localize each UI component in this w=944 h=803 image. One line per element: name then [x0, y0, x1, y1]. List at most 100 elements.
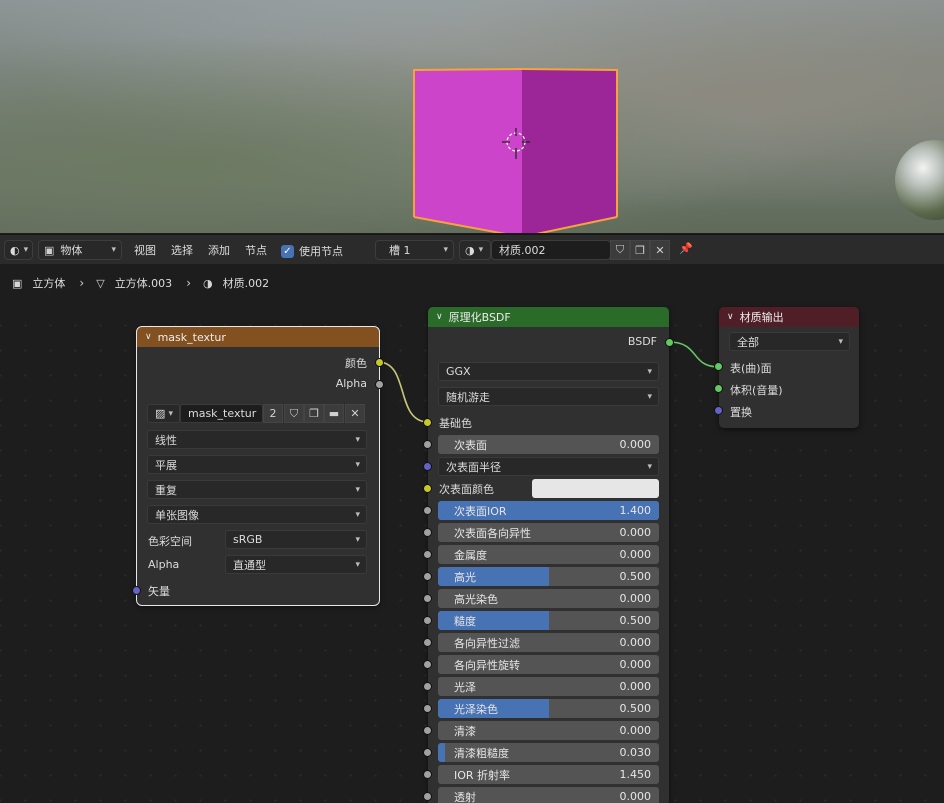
output-alpha-socket[interactable]	[375, 380, 384, 389]
input-displacement-socket[interactable]	[714, 406, 723, 415]
output-color-socket[interactable]	[375, 358, 384, 367]
use-nodes-label: 使用节点	[299, 245, 343, 258]
unlink-close-icon[interactable]: ✕	[650, 240, 670, 260]
subsurface-color-swatch[interactable]	[532, 479, 659, 498]
input-param-socket[interactable]	[423, 572, 432, 581]
input-param-socket[interactable]	[423, 770, 432, 779]
open-folder-icon[interactable]: ▬	[324, 404, 344, 423]
colorspace-select[interactable]: sRGB ▾	[225, 530, 367, 549]
pin-icon[interactable]: 📌	[679, 242, 693, 255]
subsurface-radius-label: 次表面半径	[446, 460, 501, 474]
param-slider-field[interactable]: 高光 0.500	[438, 567, 659, 586]
fake-user-shield-icon[interactable]: ⛉	[610, 240, 630, 260]
input-param-socket[interactable]	[423, 616, 432, 625]
menu-node[interactable]: 节点	[245, 242, 267, 258]
output-bsdf-socket[interactable]	[665, 338, 674, 347]
param-slider-field[interactable]: 各向异性旋转 0.000	[438, 655, 659, 674]
input-param-socket[interactable]	[423, 660, 432, 669]
browse-material-button[interactable]: ◑ ▾	[459, 240, 491, 260]
param-slider-field[interactable]: 清漆 0.000	[438, 721, 659, 740]
subsurface-radius-select[interactable]: 次表面半径 ▾	[438, 457, 659, 476]
output-target-select[interactable]: 全部 ▾	[729, 332, 850, 351]
input-param-socket[interactable]	[423, 528, 432, 537]
image-browse-button[interactable]: ▨ ▾	[147, 404, 180, 423]
param-value: 0.500	[619, 570, 652, 583]
menu-view[interactable]: 视图	[134, 242, 156, 258]
input-param-socket[interactable]	[423, 638, 432, 647]
param-label: 光泽染色	[454, 702, 498, 716]
collapse-chevron-icon[interactable]: ∨	[727, 312, 734, 322]
interpolation-select[interactable]: 线性 ▾	[147, 430, 367, 449]
unlink-close-icon[interactable]: ✕	[345, 404, 365, 423]
param-slider-field[interactable]: 光泽染色 0.500	[438, 699, 659, 718]
output-node-header[interactable]: ∨ 材质输出	[719, 307, 859, 327]
input-vector-socket[interactable]	[132, 586, 141, 595]
distribution-select[interactable]: GGX ▾	[438, 362, 659, 381]
input-subsurface-color-socket[interactable]	[423, 484, 432, 493]
input-param-socket[interactable]	[423, 594, 432, 603]
image-node-header[interactable]: ∨ mask_textur	[137, 327, 379, 347]
param-slider-field[interactable]: 糙度 0.500	[438, 611, 659, 630]
input-basecolor-socket[interactable]	[423, 418, 432, 427]
material-slot-select[interactable]: 槽 1 ▾	[375, 240, 454, 260]
input-param-socket[interactable]	[423, 704, 432, 713]
chevron-down-icon: ▾	[443, 245, 448, 255]
alpha-mode-select[interactable]: 直通型 ▾	[225, 555, 367, 574]
menu-add[interactable]: 添加	[208, 242, 230, 258]
base-color-label: 基础色	[439, 417, 472, 430]
editor-type-button[interactable]: ◐ ▾	[4, 240, 33, 260]
param-slider-field[interactable]: 金属度 0.000	[438, 545, 659, 564]
node-editor-canvas[interactable]: ∨ mask_textur 颜色 Alpha ▨ ▾ mask_textur 2 …	[0, 302, 944, 803]
material-output-node[interactable]: ∨ 材质输出 全部 ▾ 表(曲)面 体积(音量) 置换	[714, 307, 859, 428]
input-subsurface-socket[interactable]	[423, 440, 432, 449]
input-surface-socket[interactable]	[714, 362, 723, 371]
input-param-socket[interactable]	[423, 726, 432, 735]
input-param-socket[interactable]	[423, 506, 432, 515]
source-value: 单张图像	[155, 508, 199, 522]
extension-select[interactable]: 重复 ▾	[147, 480, 367, 499]
image-users-count[interactable]: 2	[263, 404, 283, 423]
image-icon: ▨	[155, 407, 166, 420]
param-slider-field[interactable]: IOR 折射率 1.450	[438, 765, 659, 784]
fake-user-shield-icon[interactable]: ⛉	[284, 404, 304, 423]
checkbox-checked-icon[interactable]: ✓	[281, 244, 294, 258]
duplicate-image-icon[interactable]: ❐	[304, 404, 324, 423]
use-nodes-toggle[interactable]: ✓ 使用节点	[281, 243, 343, 259]
input-volume-socket[interactable]	[714, 384, 723, 393]
param-slider-field[interactable]: 高光染色 0.000	[438, 589, 659, 608]
material-name-field[interactable]: 材质.002	[491, 240, 611, 260]
subsurface-field[interactable]: 次表面 0.000	[438, 435, 659, 454]
source-select[interactable]: 单张图像 ▾	[147, 505, 367, 524]
param-slider-field[interactable]: 光泽 0.000	[438, 677, 659, 696]
param-slider-field[interactable]: 次表面IOR 1.400	[438, 501, 659, 520]
param-label: 高光	[454, 570, 476, 584]
extension-value: 重复	[155, 483, 177, 497]
shader-type-select[interactable]: ▣ 物体 ▾	[38, 240, 122, 260]
image-name-field[interactable]: mask_textur	[180, 404, 263, 423]
input-param-socket[interactable]	[423, 748, 432, 757]
param-slider-field[interactable]: 次表面各向异性 0.000	[438, 523, 659, 542]
hdri-preview-sphere	[895, 140, 944, 220]
input-param-socket[interactable]	[423, 550, 432, 559]
subsurface-method-select[interactable]: 随机游走 ▾	[438, 387, 659, 406]
3d-viewport[interactable]	[0, 0, 944, 233]
param-slider-field[interactable]: 清漆粗糙度 0.030	[438, 743, 659, 762]
param-label: 各向异性过滤	[454, 636, 520, 650]
collapse-chevron-icon[interactable]: ∨	[145, 332, 152, 342]
menu-select[interactable]: 选择	[171, 242, 193, 258]
cube-object[interactable]	[412, 67, 619, 233]
output-color-label: 颜色	[345, 357, 367, 370]
input-subsurface-radius-socket[interactable]	[423, 462, 432, 471]
material-name-text: 材质.002	[499, 244, 546, 257]
param-slider-field[interactable]: 透射 0.000	[438, 787, 659, 803]
param-slider-field[interactable]: 各向异性过滤 0.000	[438, 633, 659, 652]
principled-bsdf-node[interactable]: ∨ 原理化BSDF BSDF GGX ▾ 随机游走 ▾ 基础色 次表面 0.000 …	[423, 307, 674, 803]
image-texture-node[interactable]: ∨ mask_textur 颜色 Alpha ▨ ▾ mask_textur 2 …	[132, 326, 384, 606]
collapse-chevron-icon[interactable]: ∨	[436, 312, 443, 322]
duplicate-material-icon[interactable]: ❐	[630, 240, 650, 260]
chevron-down-icon: ▾	[168, 408, 173, 419]
input-param-socket[interactable]	[423, 792, 432, 801]
projection-select[interactable]: 平展 ▾	[147, 455, 367, 474]
input-param-socket[interactable]	[423, 682, 432, 691]
bsdf-node-header[interactable]: ∨ 原理化BSDF	[428, 307, 669, 327]
